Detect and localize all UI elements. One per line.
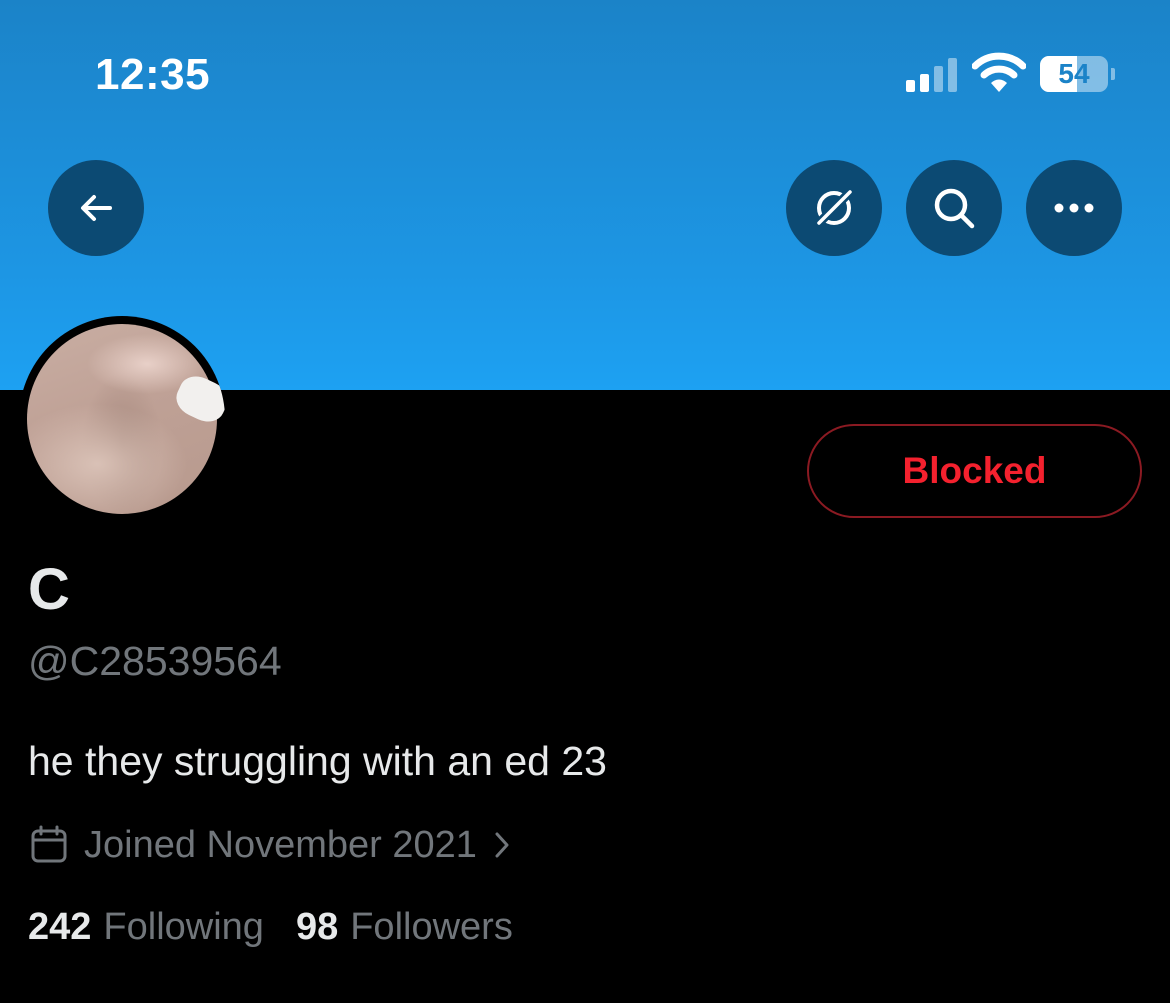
followers-label: Followers xyxy=(350,906,513,948)
following-link[interactable]: 242 Following xyxy=(28,906,264,949)
joined-date-row[interactable]: Joined November 2021 xyxy=(30,822,511,868)
search-icon xyxy=(934,188,975,229)
profile-bio: he they struggling with an ed 23 xyxy=(28,738,607,784)
calendar-icon xyxy=(31,825,67,863)
more-icon xyxy=(1054,203,1094,213)
battery-nub xyxy=(1111,68,1115,80)
more-options-button[interactable] xyxy=(1026,160,1122,256)
wifi-icon xyxy=(972,52,1026,92)
signal-icon xyxy=(906,58,960,92)
avatar[interactable] xyxy=(19,316,225,522)
search-button[interactable] xyxy=(906,160,1002,256)
grok-button[interactable] xyxy=(786,160,882,256)
battery-icon: 54 xyxy=(1040,56,1108,92)
back-button[interactable] xyxy=(48,160,144,256)
following-count: 242 xyxy=(28,906,92,948)
follow-stats: 242 Following 98 Followers xyxy=(28,906,513,949)
followers-count: 98 xyxy=(295,906,339,948)
grok-icon xyxy=(813,187,855,229)
status-time: 12:35 xyxy=(95,50,211,99)
avatar-highlight xyxy=(170,370,225,428)
blocked-button[interactable]: Blocked xyxy=(807,424,1142,518)
followers-link[interactable]: 98 Followers xyxy=(296,906,513,949)
following-label: Following xyxy=(103,906,264,948)
user-handle: @C28539564 xyxy=(28,638,282,684)
battery-level: 54 xyxy=(1058,58,1090,89)
avatar-image xyxy=(27,324,225,514)
display-name: C xyxy=(28,557,70,622)
back-arrow-icon xyxy=(81,195,112,221)
joined-date-text: Joined November 2021 xyxy=(84,823,477,866)
chevron-right-icon xyxy=(495,832,509,858)
